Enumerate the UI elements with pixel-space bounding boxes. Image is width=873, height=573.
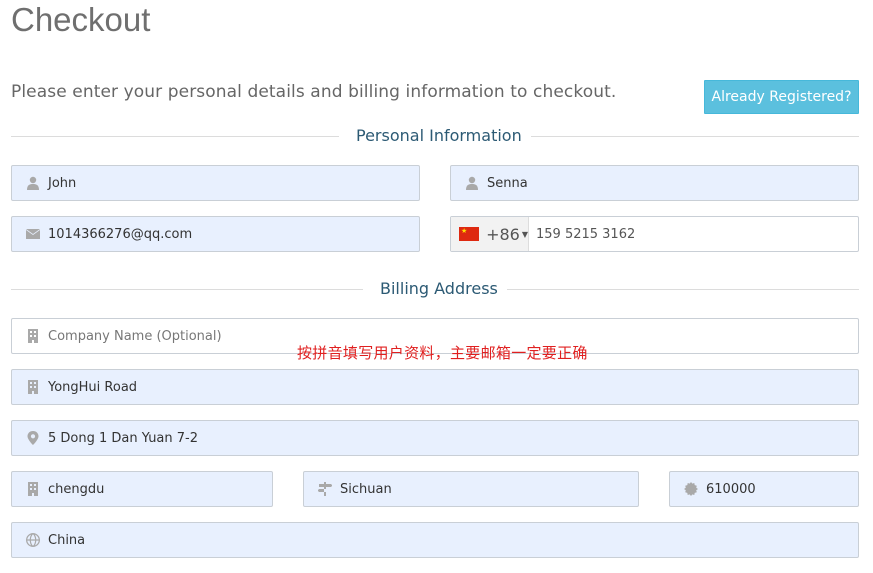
email-field[interactable]: 1014366276@qq.com [11, 216, 420, 252]
building-icon [26, 380, 40, 394]
phone-number-value: 159 5215 3162 [536, 226, 636, 242]
country-value: China [48, 532, 86, 548]
address2-field[interactable]: 5 Dong 1 Dan Yuan 7-2 [11, 420, 859, 456]
globe-icon [26, 533, 40, 547]
signpost-icon [318, 482, 332, 496]
already-registered-button[interactable]: Already Registered? [704, 80, 859, 114]
china-flag-icon: ★ [459, 227, 480, 241]
state-value: Sichuan [340, 481, 392, 497]
intro-text: Please enter your personal details and b… [11, 82, 617, 102]
first-name-field[interactable]: John [11, 165, 420, 201]
billing-address-divider: Billing Address [11, 279, 859, 299]
envelope-icon [26, 227, 40, 241]
user-icon [26, 176, 40, 190]
divider-line-left [11, 289, 363, 290]
annotation-note: 按拼音填写用户资料，主要邮箱一定要正确 [297, 344, 588, 362]
address1-value: YongHui Road [48, 379, 138, 395]
certificate-icon [684, 482, 698, 496]
address2-value: 5 Dong 1 Dan Yuan 7-2 [48, 430, 199, 446]
personal-information-divider: Personal Information [11, 126, 859, 146]
personal-information-heading: Personal Information [356, 126, 522, 145]
dial-code: +86 [486, 224, 520, 244]
divider-line-left [11, 136, 339, 137]
country-code-selector[interactable]: ★ +86 ▼ [451, 217, 529, 251]
postcode-value: 610000 [706, 481, 756, 497]
billing-address-heading: Billing Address [380, 279, 498, 298]
first-name-value: John [48, 175, 77, 191]
user-icon [465, 176, 479, 190]
company-name-placeholder: Company Name (Optional) [48, 328, 222, 344]
state-field[interactable]: Sichuan [303, 471, 639, 507]
last-name-value: Senna [487, 175, 528, 191]
page-title: Checkout [11, 1, 151, 38]
last-name-field[interactable]: Senna [450, 165, 859, 201]
email-value: 1014366276@qq.com [48, 226, 193, 242]
city-value: chengdu [48, 481, 105, 497]
caret-down-icon: ▼ [521, 229, 528, 239]
country-field[interactable]: China [11, 522, 859, 558]
city-field[interactable]: chengdu [11, 471, 273, 507]
building-icon [26, 329, 40, 343]
divider-line-right [531, 136, 859, 137]
building-icon [26, 482, 40, 496]
divider-line-right [507, 289, 859, 290]
postcode-field[interactable]: 610000 [669, 471, 859, 507]
address1-field[interactable]: YongHui Road [11, 369, 859, 405]
phone-field[interactable]: ★ +86 ▼ 159 5215 3162 [450, 216, 859, 252]
map-marker-icon [26, 431, 40, 445]
